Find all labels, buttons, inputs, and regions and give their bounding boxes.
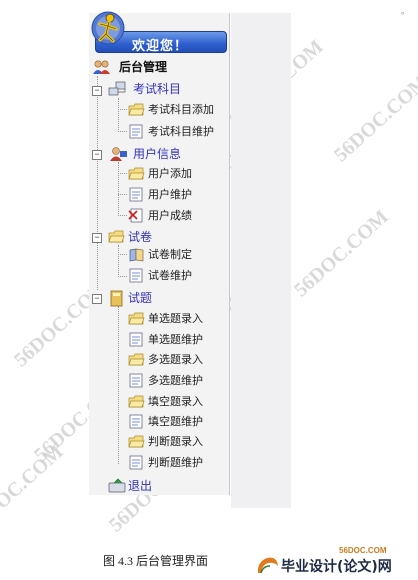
tree-item-fill-blank-add[interactable]: 填空题录入: [128, 393, 203, 409]
tree-item-user-scores[interactable]: 用户成绩: [128, 207, 192, 223]
document-icon: [128, 414, 145, 429]
collapse-toggle[interactable]: −: [92, 86, 102, 96]
tree-item-subject-add[interactable]: 考试科目添加: [128, 101, 214, 117]
tree-group-papers[interactable]: 试卷: [108, 228, 152, 244]
logo-name-text: 毕业设计(论文)网: [281, 559, 392, 575]
tree-item-logout[interactable]: 退出: [108, 477, 152, 493]
computer-network-icon: [108, 81, 126, 96]
tree-root-admin[interactable]: 后台管理: [92, 58, 167, 74]
site-logo: 56DOC.COM 毕业设计(论文)网: [253, 546, 413, 578]
document-icon: [128, 332, 145, 347]
book-icon: [108, 290, 125, 306]
tree-item-multi-choice-add[interactable]: 多选题录入: [128, 351, 203, 367]
tree-item-paper-maintain[interactable]: 试卷维护: [128, 267, 192, 283]
folder-open-icon: [108, 229, 125, 244]
content-area: [231, 13, 291, 508]
corner-mark: 。: [400, 6, 410, 16]
collapse-toggle[interactable]: −: [92, 150, 102, 160]
document-icon: [128, 187, 145, 202]
figure-caption: 图 4.3 后台管理界面: [103, 554, 209, 568]
tree-item-true-false-add[interactable]: 判断题录入: [128, 433, 203, 449]
users-icon: [92, 59, 110, 74]
tree-item-user-add[interactable]: 用户添加: [128, 165, 192, 181]
folder-open-icon: [128, 311, 145, 326]
document-icon: [128, 373, 145, 388]
user-info-icon: [108, 146, 127, 161]
mascot-logo-icon: [91, 11, 125, 45]
tree-group-users[interactable]: 用户信息: [108, 145, 181, 161]
document-icon: [128, 124, 145, 139]
document-icon: [128, 455, 145, 470]
tree-item-user-maintain[interactable]: 用户维护: [128, 186, 192, 202]
folder-open-icon: [128, 102, 145, 117]
welcome-title: 欢迎您！: [132, 38, 189, 53]
folder-open-icon: [128, 434, 145, 449]
collapse-toggle[interactable]: −: [92, 233, 102, 243]
tree-item-single-choice-maintain[interactable]: 单选题维护: [128, 331, 203, 347]
logo-mark-icon: [257, 557, 278, 574]
collapse-toggle[interactable]: −: [92, 294, 102, 304]
folder-open-icon: [128, 394, 145, 409]
tree-item-paper-create[interactable]: 试卷制定: [128, 246, 192, 262]
watermark: 56DOC.COM: [330, 70, 418, 167]
tree-item-fill-blank-maintain[interactable]: 填空题维护: [128, 413, 203, 429]
logo-site-text: 56DOC.COM: [339, 546, 387, 555]
document-icon: [128, 268, 145, 283]
tree-item-single-choice-add[interactable]: 单选题录入: [128, 310, 203, 326]
tree-item-multi-choice-maintain[interactable]: 多选题维护: [128, 372, 203, 388]
book-icon: [128, 247, 145, 262]
tree-item-true-false-maintain[interactable]: 判断题维护: [128, 454, 203, 470]
tree-group-questions[interactable]: 试题: [108, 289, 152, 306]
folder-open-icon: [128, 352, 145, 367]
folder-open-icon: [128, 166, 145, 181]
tree-item-subject-maintain[interactable]: 考试科目维护: [128, 123, 214, 139]
document-delete-icon: [128, 208, 145, 223]
tree-group-subjects[interactable]: 考试科目: [108, 80, 181, 96]
watermark: 56DOC.COM: [290, 205, 393, 302]
logout-icon: [108, 478, 126, 493]
